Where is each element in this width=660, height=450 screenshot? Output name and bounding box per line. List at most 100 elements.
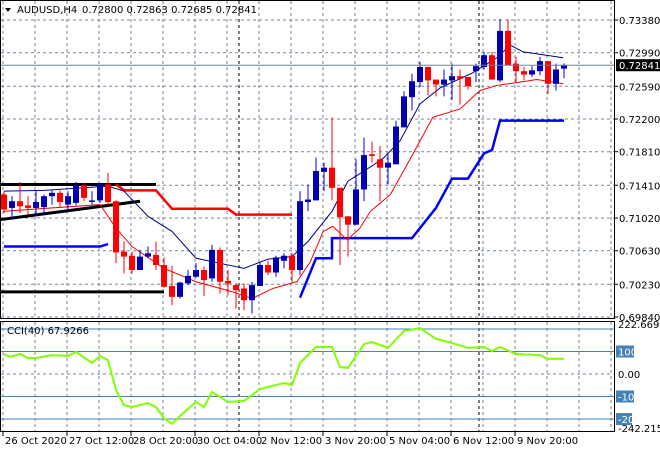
cci-panel-frame	[0, 321, 615, 432]
candle-body	[145, 253, 151, 257]
candle-body	[377, 159, 383, 168]
candle-body	[281, 255, 287, 261]
candle-body	[305, 199, 311, 203]
candle-body	[537, 61, 543, 72]
candle-body	[393, 126, 399, 165]
axes: 0.73380 0.72990 0.72590 0.72200 0.71810 0.714…	[2, 16, 660, 447]
candle-body	[297, 201, 303, 271]
bear-candle	[17, 181, 23, 213]
price-tick-label: 0.72990	[619, 49, 660, 60]
bear-candle	[105, 172, 111, 206]
candle-body	[265, 264, 271, 273]
candle-body	[401, 96, 407, 128]
bull-candle	[313, 157, 319, 201]
bear-candle	[233, 283, 239, 309]
price-tick-label: 0.70230	[619, 280, 660, 291]
current-price-label: 0.72841	[619, 61, 660, 72]
candle-body	[273, 257, 279, 273]
bear-candle	[289, 253, 295, 284]
candle-body	[417, 66, 423, 83]
candle-body	[289, 255, 295, 271]
candle-body	[97, 184, 103, 201]
bear-candle	[377, 145, 383, 202]
bear-candle	[337, 187, 343, 265]
bull-candle	[97, 182, 103, 203]
time-tick-label: 26 Oct 2020	[5, 436, 67, 447]
ohlc-label: 0.72800 0.72863 0.72685 0.72841	[82, 5, 257, 16]
bull-candle	[305, 184, 311, 212]
bear-candle	[489, 51, 495, 80]
symbol-label: AUDUSD,H4	[17, 5, 77, 16]
candle-body	[529, 70, 535, 75]
candle-body	[137, 256, 143, 271]
bull-candle	[361, 137, 367, 202]
bull-candle	[257, 261, 263, 286]
bear-candle	[25, 196, 31, 215]
bull-candle	[297, 191, 303, 276]
candle-body	[169, 285, 175, 297]
candle-body	[65, 196, 71, 205]
bull-candle	[385, 154, 391, 185]
bull-candle	[281, 253, 287, 269]
candle-body	[353, 189, 359, 225]
dropdown-triangle-icon[interactable]	[5, 8, 11, 12]
moving-average-fast	[3, 44, 564, 269]
bull-candle	[33, 191, 39, 217]
candle-body	[233, 285, 239, 291]
bull-candle	[321, 162, 327, 192]
bear-candle	[425, 66, 431, 96]
bear-candle	[217, 247, 223, 294]
cci-label: CCI(40) 67.9266	[7, 326, 89, 337]
candle-body	[345, 216, 351, 225]
time-tick-label: 27 Oct 12:00	[69, 436, 134, 447]
cci-line	[3, 327, 565, 426]
cci-tick-label: -242.2158	[618, 424, 660, 435]
candle-body	[193, 270, 199, 277]
candle-body	[385, 162, 391, 168]
candle-body	[433, 79, 439, 85]
bull-candle	[193, 263, 199, 278]
bull-candle	[249, 281, 255, 314]
candle-body	[361, 155, 367, 190]
candle-body	[105, 184, 111, 203]
candle-body	[553, 69, 559, 84]
candle-body	[25, 205, 31, 208]
candle-body	[1, 194, 7, 210]
chart-header: AUDUSD,H4 0.72800 0.72863 0.72685 0.7284…	[5, 5, 257, 16]
candle-body	[329, 167, 335, 188]
price-chart[interactable]: CCI(40) 67.9266 0.733800.729900.725900.7…	[0, 0, 660, 450]
price-tick-label: 0.72590	[619, 82, 660, 93]
bull-candle	[145, 246, 151, 259]
candle-body	[9, 201, 15, 208]
price-tick-label: 0.71810	[619, 148, 660, 159]
bear-candle	[433, 79, 439, 97]
candle-body	[89, 200, 95, 202]
candle-body	[113, 201, 119, 253]
time-tick-label: 28 Oct 20:00	[133, 436, 198, 447]
candle-body	[241, 288, 247, 301]
bull-candle	[473, 63, 479, 83]
bear-candle	[265, 260, 271, 276]
bull-candle	[529, 66, 535, 78]
bear-candle	[505, 19, 511, 66]
bear-candle	[521, 66, 527, 81]
bull-candle	[73, 181, 79, 206]
bear-candle	[545, 61, 551, 94]
price-tick-label: 0.72200	[619, 115, 660, 126]
candle-body	[201, 270, 207, 281]
bull-candle	[409, 73, 415, 111]
candle-body	[321, 167, 327, 172]
support-step-line	[4, 242, 109, 248]
price-tick-label: 0.71020	[619, 214, 660, 225]
bull-candle	[9, 196, 15, 220]
bear-candle	[57, 190, 63, 208]
bear-candle	[465, 77, 471, 90]
bull-candle	[481, 51, 487, 70]
candle-body	[177, 282, 183, 297]
bear-candle	[153, 241, 159, 271]
bull-candle	[441, 69, 447, 97]
bull-candle	[537, 56, 543, 76]
candle-body	[161, 264, 167, 287]
candle-body	[225, 280, 231, 284]
candle-body	[257, 264, 263, 286]
